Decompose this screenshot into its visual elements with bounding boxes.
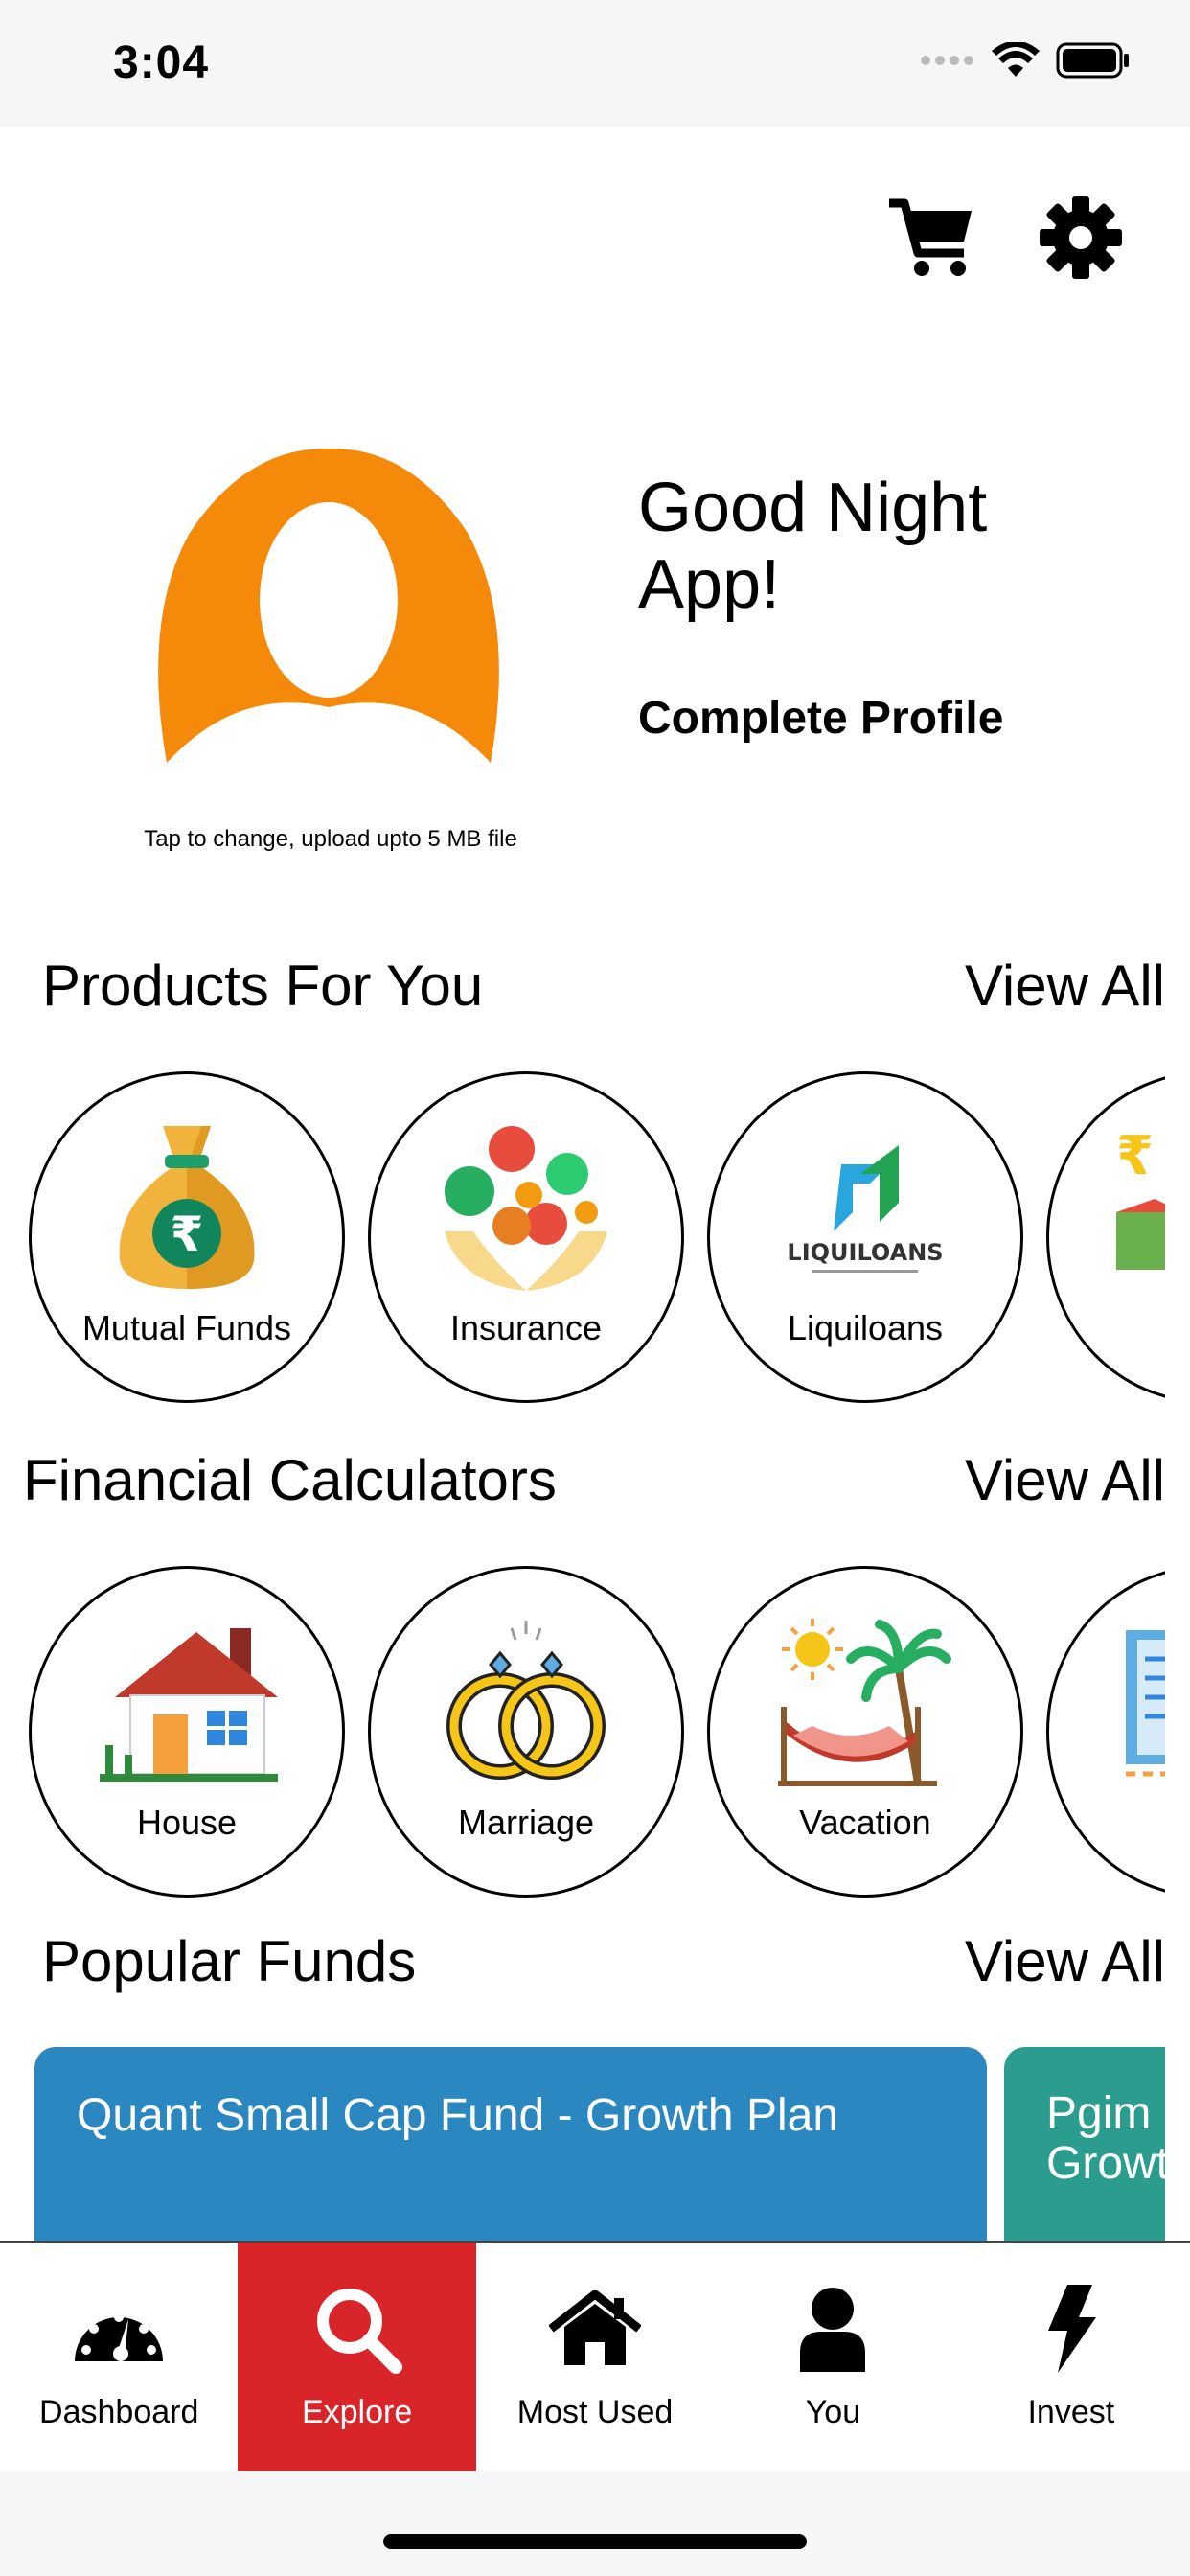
product-label: Liquiloans (787, 1308, 944, 1347)
search-icon (316, 2288, 402, 2374)
avatar[interactable] (151, 447, 506, 767)
user-icon (800, 2288, 866, 2372)
insurance-hands-icon (445, 1126, 607, 1291)
bottom-tab-bar: Dashboard Explore Most Used You Invest (0, 2241, 1190, 2472)
calculator-card-partial[interactable]: Ed (1046, 1566, 1165, 1898)
wifi-icon (992, 42, 1040, 77)
funds-title: Popular Funds (42, 1929, 417, 1993)
tab-label: Invest (1027, 2394, 1115, 2430)
calculator-card-vacation[interactable]: Vacation (707, 1566, 1023, 1898)
money-bag-rupee-icon: ₹ (119, 1126, 255, 1289)
calculators-title: Financial Calculators (23, 1448, 557, 1512)
svg-text:₹: ₹ (171, 1207, 204, 1262)
book-icon (1126, 1630, 1165, 1777)
settings-button[interactable] (1035, 192, 1127, 284)
rings-icon (446, 1621, 606, 1780)
product-card-insurance[interactable]: Insurance (368, 1071, 684, 1403)
status-bar: 3:04 (0, 0, 1190, 126)
fund-card-pgim[interactable]: Pgim Growt (1004, 2047, 1165, 2244)
user-avatar-icon (158, 448, 499, 763)
tab-invest[interactable]: Invest (952, 2242, 1190, 2472)
products-title: Products For You (42, 954, 484, 1018)
liquiloans-logo-icon: LIQUILOANS (787, 1145, 944, 1273)
products-view-all[interactable]: View All (965, 953, 1165, 1019)
tab-most-used[interactable]: Most Used (476, 2242, 714, 2472)
calculator-label: Vacation (799, 1803, 931, 1842)
tab-label: You (805, 2394, 861, 2430)
top-actions (885, 192, 1127, 284)
svg-text:LIQUILOANS: LIQUILOANS (787, 1239, 943, 1266)
calculator-label: House (136, 1803, 238, 1842)
avatar-hint: Tap to change, upload upto 5 MB file (144, 826, 517, 852)
tab-you[interactable]: You (714, 2242, 951, 2472)
svg-text:₹: ₹ (1116, 1125, 1154, 1187)
home-indicator-area (0, 2471, 1190, 2576)
product-label: Mutual Funds (81, 1308, 292, 1347)
product-label: Insurance (449, 1308, 603, 1347)
funds-view-all[interactable]: View All (965, 1928, 1165, 1994)
cart-button[interactable] (885, 192, 977, 284)
gear-icon (1040, 196, 1122, 279)
greeting: Good Night App! (638, 470, 988, 623)
tab-dashboard[interactable]: Dashboard (0, 2242, 238, 2472)
speedometer-icon (75, 2312, 164, 2361)
hammock-palm-icon (778, 1619, 951, 1786)
home-indicator[interactable] (383, 2534, 807, 2549)
status-icons (920, 42, 1131, 79)
calculators-row: House Marriage Vacation (27, 1566, 1165, 1898)
fund-card-quant[interactable]: Quant Small Cap Fund - Growth Plan (34, 2047, 987, 2244)
calculator-card-marriage[interactable]: Marriage (368, 1566, 684, 1898)
product-card-mutual-funds[interactable]: ₹ Mutual Funds (29, 1071, 345, 1403)
calculator-label: Marriage (457, 1803, 595, 1842)
tab-label: Most Used (516, 2394, 674, 2430)
house-icon (100, 1628, 278, 1782)
tab-label: Explore (301, 2394, 413, 2430)
funds-row: Quant Small Cap Fund - Growth Plan Pgim … (34, 2047, 1165, 2244)
product-card-liquiloans[interactable]: LIQUILOANS Liquiloans (707, 1071, 1023, 1403)
tab-label: Dashboard (39, 2394, 199, 2430)
signal-dots-icon (921, 56, 973, 65)
product-label: S (1049, 1308, 1165, 1348)
calculators-view-all[interactable]: View All (965, 1447, 1165, 1513)
product-card-partial[interactable]: ₹ S (1046, 1071, 1165, 1403)
complete-profile-link[interactable]: Complete Profile (638, 692, 1003, 745)
fund-name: Pgim Growt (1046, 2088, 1165, 2189)
rupee-chart-icon: ₹ (1116, 1125, 1165, 1270)
calculator-card-house[interactable]: House (29, 1566, 345, 1898)
products-row: ₹ Mutual Funds Insurance LIQUILOANS Liqu… (27, 1071, 1165, 1403)
battery-icon (1056, 42, 1129, 79)
lightning-icon (1047, 2285, 1096, 2373)
cart-icon (889, 198, 972, 276)
status-time: 3:04 (113, 37, 210, 88)
fund-name: Quant Small Cap Fund - Growth Plan (77, 2090, 839, 2141)
home-icon (549, 2290, 642, 2365)
calculator-label: Ed (1049, 1803, 1165, 1843)
tab-explore[interactable]: Explore (238, 2242, 476, 2472)
